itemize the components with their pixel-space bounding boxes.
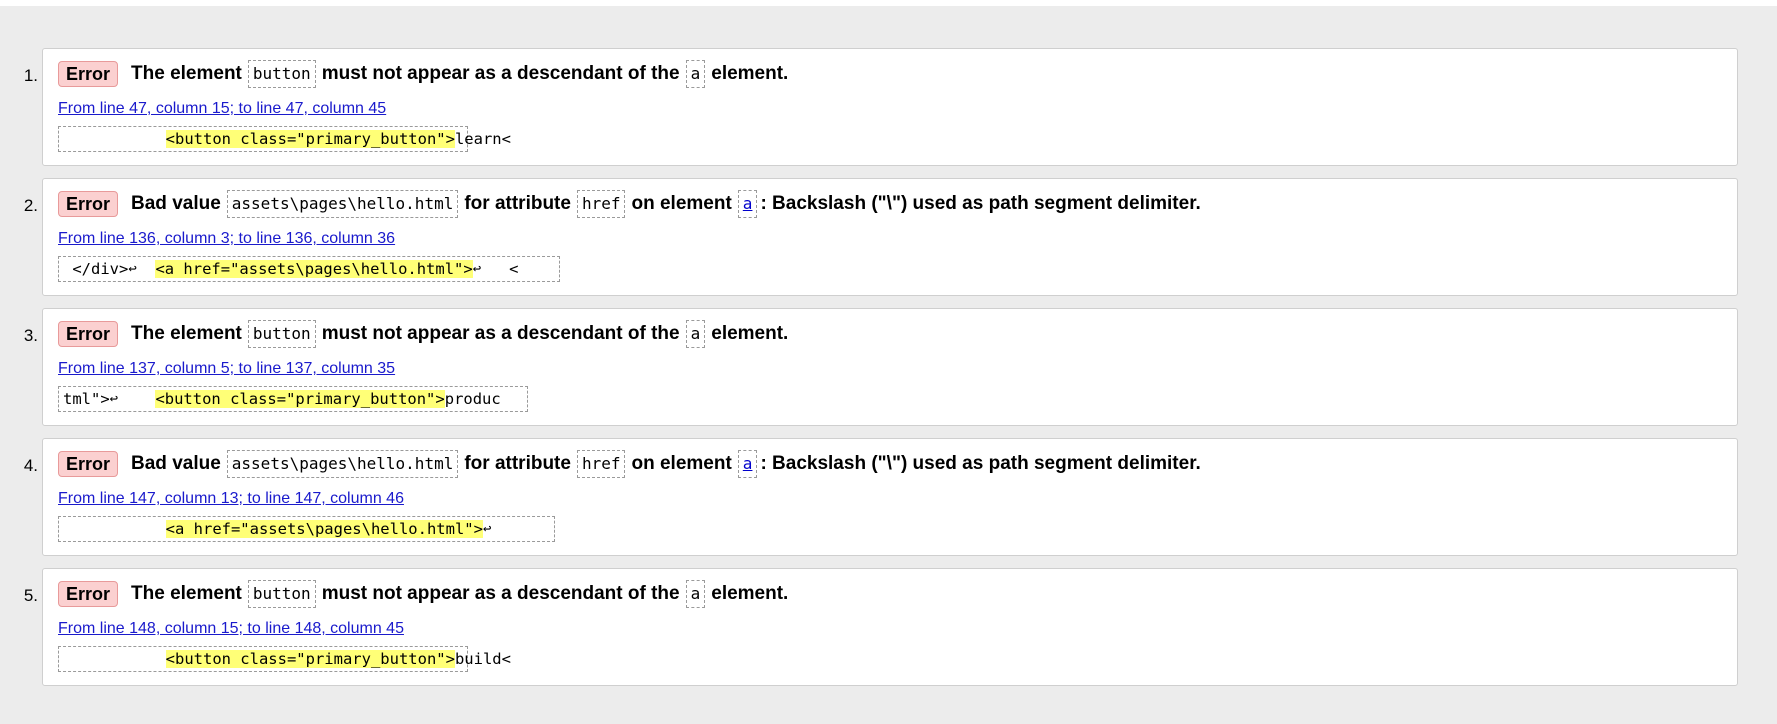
- message-item: 3. Error The element button must not app…: [0, 308, 1777, 438]
- element-name-code: a: [685, 60, 706, 88]
- error-badge: Error: [58, 451, 119, 477]
- message-text: Bad value assets\pages\hello.html for at…: [131, 450, 1201, 478]
- message-item: 5. Error The element button must not app…: [0, 568, 1777, 698]
- message-number: 5.: [23, 586, 38, 605]
- message-item: 2. Error Bad value assets\pages\hello.ht…: [0, 178, 1777, 308]
- message-header: Error The element button must not appear…: [58, 320, 788, 348]
- message-number: 3.: [23, 326, 38, 345]
- message-text-part: : Backslash ("\") used as path segment d…: [760, 193, 1201, 214]
- error-badge: Error: [58, 61, 119, 87]
- extract-highlight: <a href="assets\pages\hello.html">: [165, 520, 483, 538]
- message-text-part: element.: [711, 323, 789, 344]
- message-number: 4.: [23, 456, 38, 475]
- source-location-link[interactable]: From line 136, column 3; to line 136, co…: [58, 230, 395, 248]
- message-item: 4. Error Bad value assets\pages\hello.ht…: [0, 438, 1777, 568]
- message-text-part: element.: [711, 583, 789, 604]
- element-name-code: button: [247, 320, 316, 348]
- extract-highlight: <button class="primary_button">: [165, 130, 455, 148]
- message-text-part: The element: [131, 63, 242, 84]
- message-number: 2.: [23, 196, 38, 215]
- element-name-code: a: [685, 580, 706, 608]
- message-text: The element button must not appear as a …: [131, 580, 788, 608]
- message-text-part: on element: [631, 193, 732, 214]
- attribute-value-code: assets\pages\hello.html: [226, 450, 459, 478]
- element-spec-link[interactable]: a: [737, 450, 758, 478]
- element-name-code: button: [247, 60, 316, 88]
- message-number: 1.: [23, 66, 38, 85]
- attribute-name-code: href: [576, 450, 626, 478]
- message-text-part: on element: [631, 453, 732, 474]
- element-spec-link[interactable]: a: [737, 190, 758, 218]
- message-text-part: must not appear as a descendant of the: [321, 63, 680, 84]
- error-badge: Error: [58, 581, 119, 607]
- message-text: Bad value assets\pages\hello.html for at…: [131, 190, 1201, 218]
- extract-before: tml">: [63, 390, 110, 408]
- extract-highlight: <button class="primary_button">: [165, 650, 455, 668]
- code-extract: <a href="assets\pages\hello.html"> ↩: [58, 516, 555, 542]
- source-location-link[interactable]: From line 137, column 5; to line 137, co…: [58, 360, 395, 378]
- message-header: Error Bad value assets\pages\hello.html …: [58, 450, 1201, 478]
- extract-before: [63, 130, 166, 148]
- extract-after: build<: [454, 650, 511, 668]
- message-header: Error Bad value assets\pages\hello.html …: [58, 190, 1201, 218]
- code-extract: <button class="primary_button"> learn<: [58, 126, 511, 152]
- extract-after: produc: [444, 390, 501, 408]
- message-text-part: The element: [131, 323, 242, 344]
- message-text-part: for attribute: [464, 193, 571, 214]
- error-badge: Error: [58, 321, 119, 347]
- message-text-part: Bad value: [131, 453, 221, 474]
- source-location-link[interactable]: From line 147, column 13; to line 147, c…: [58, 490, 404, 508]
- extract-before: </div>: [63, 260, 129, 278]
- line-break-glyph: ↩: [128, 261, 137, 277]
- message-text-part: must not appear as a descendant of the: [321, 583, 680, 604]
- message-header: Error The element button must not appear…: [58, 60, 788, 88]
- attribute-value-code: assets\pages\hello.html: [226, 190, 459, 218]
- code-extract: </div> ↩ <a href="assets\pages\hello.html…: [58, 256, 560, 282]
- message-text-part: must not appear as a descendant of the: [321, 323, 680, 344]
- top-strip: [0, 0, 1777, 6]
- message-card: Error Bad value assets\pages\hello.html …: [42, 178, 1738, 296]
- message-text: The element button must not appear as a …: [131, 60, 788, 88]
- line-break-glyph: ↩: [472, 261, 482, 277]
- message-text-part: : Backslash ("\") used as path segment d…: [760, 453, 1201, 474]
- extract-highlight: <a href="assets\pages\hello.html">: [155, 260, 473, 278]
- message-card: Error The element button must not appear…: [42, 568, 1738, 686]
- code-extract: tml"> ↩ <button class="primary_button"> pr…: [58, 386, 528, 412]
- extract-after: <: [481, 260, 519, 278]
- line-break-glyph: ↩: [482, 521, 492, 537]
- message-card: Error The element button must not appear…: [42, 308, 1738, 426]
- message-card: Error The element button must not appear…: [42, 48, 1738, 166]
- message-text-part: Bad value: [131, 193, 221, 214]
- source-location-link[interactable]: From line 148, column 15; to line 148, c…: [58, 620, 404, 638]
- attribute-name-code: href: [576, 190, 626, 218]
- line-break-glyph: ↩: [109, 391, 119, 407]
- element-name-code: button: [247, 580, 316, 608]
- extract-before: [63, 520, 166, 538]
- message-card: Error Bad value assets\pages\hello.html …: [42, 438, 1738, 556]
- message-text-part: element.: [711, 63, 789, 84]
- extract-before: [63, 650, 166, 668]
- source-location-link[interactable]: From line 47, column 15; to line 47, col…: [58, 100, 386, 118]
- message-item: 1. Error The element button must not app…: [0, 48, 1777, 178]
- message-text: The element button must not appear as a …: [131, 320, 788, 348]
- extract-highlight: <button class="primary_button">: [155, 390, 445, 408]
- extract-gap: [118, 390, 155, 408]
- error-badge: Error: [58, 191, 119, 217]
- code-extract: <button class="primary_button"> build<: [58, 646, 511, 672]
- element-name-code: a: [685, 320, 706, 348]
- message-text-part: for attribute: [464, 453, 571, 474]
- message-header: Error The element button must not appear…: [58, 580, 788, 608]
- extract-after: learn<: [454, 130, 511, 148]
- extract-gap: [137, 260, 156, 278]
- message-text-part: The element: [131, 583, 242, 604]
